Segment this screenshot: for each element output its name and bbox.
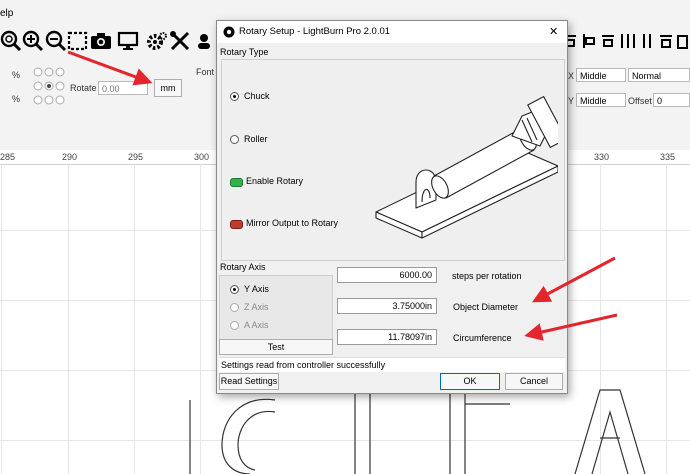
arrow-to-object-diameter [532, 256, 616, 303]
arrow-to-circumference [524, 313, 618, 341]
annotation-arrows [67, 50, 618, 341]
arrow-to-mm-button [67, 50, 153, 86]
